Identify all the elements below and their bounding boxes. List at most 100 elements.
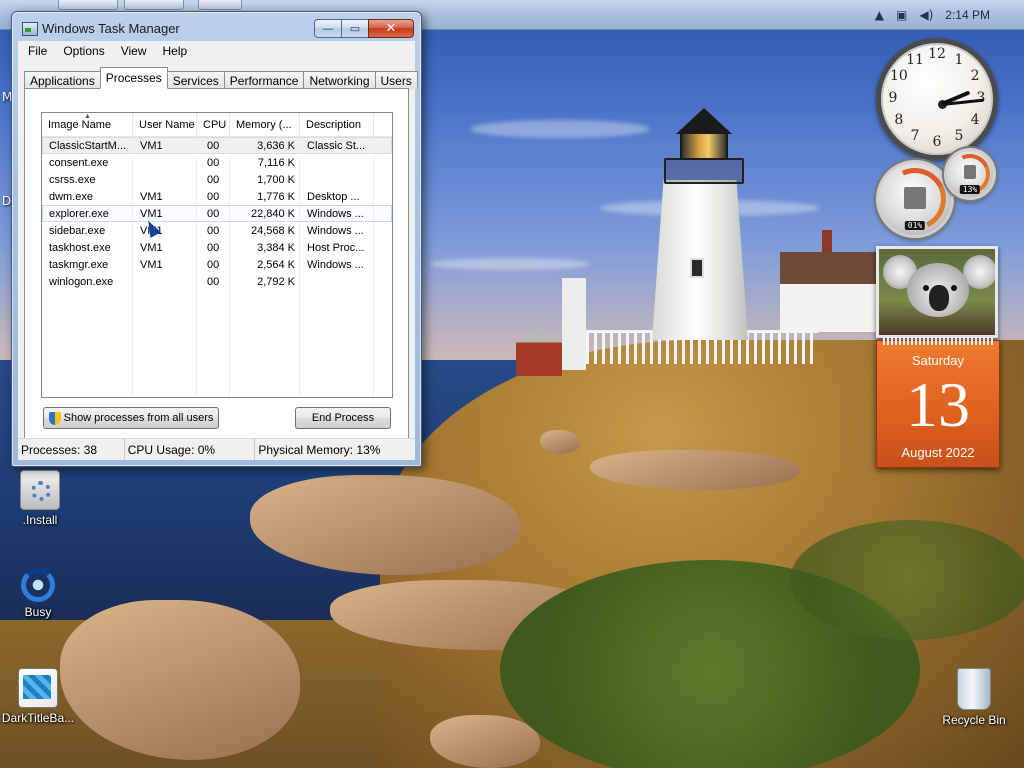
- taskbar-button[interactable]: [198, 0, 242, 10]
- process-rows: ClassicStartM... VM1 00 3,636 K Classic St..…: [42, 137, 392, 290]
- lighthouse-gallery: [664, 158, 744, 184]
- column-header-cpu[interactable]: CPU: [197, 113, 230, 136]
- calendar-gadget[interactable]: Saturday 13 August 2022: [876, 337, 1000, 468]
- column-header-image-name[interactable]: ▲ Image Name: [42, 113, 133, 136]
- tab-services[interactable]: Services: [166, 71, 225, 89]
- recycle-bin-icon: [957, 668, 991, 710]
- column-header-user-name[interactable]: User Name: [133, 113, 197, 136]
- window-title: Windows Task Manager: [42, 21, 180, 36]
- status-bar: Processes: 38 CPU Usage: 0% Physical Mem…: [18, 438, 415, 460]
- clock-numeral: 2: [970, 68, 980, 84]
- cpu-meter-gadget[interactable]: 01%: [875, 159, 955, 239]
- minimize-icon: —: [322, 22, 334, 35]
- table-row[interactable]: explorer.exe VM1 00 22,840 K Windows ...: [42, 205, 392, 222]
- close-button[interactable]: ✕: [368, 19, 414, 38]
- cell-image-name: csrss.exe: [49, 173, 96, 186]
- recycle-bin-desktop-icon[interactable]: Recycle Bin: [934, 668, 1014, 727]
- column-separator: [132, 137, 133, 397]
- task-manager-icon: [22, 22, 38, 36]
- column-separator: [299, 137, 300, 397]
- lighthouse-window: [690, 258, 704, 278]
- menu-view[interactable]: View: [113, 44, 155, 58]
- lighthouse-roof: [676, 108, 732, 134]
- desktop-icon-label: Recycle Bin: [942, 713, 1006, 727]
- clock-numeral: 6: [932, 134, 942, 150]
- cell-cpu: 00: [207, 139, 220, 152]
- tab-users[interactable]: Users: [374, 71, 418, 89]
- white-shed: [562, 278, 586, 370]
- table-row[interactable]: taskhost.exe VM1 00 3,384 K Host Proc...: [42, 239, 392, 256]
- busy-desktop-icon[interactable]: Busy: [0, 568, 78, 619]
- show-hidden-icons-icon[interactable]: ▲: [875, 8, 884, 22]
- cell-image-name: sidebar.exe: [49, 224, 106, 237]
- cell-cpu: 00: [207, 258, 220, 271]
- close-icon: ✕: [385, 21, 397, 36]
- table-row[interactable]: winlogon.exe 00 2,792 K: [42, 273, 392, 290]
- column-separator: [229, 137, 230, 397]
- cell-memory: 2,792 K: [257, 275, 295, 288]
- show-all-processes-label: Show processes from all users: [63, 412, 214, 424]
- menu-help[interactable]: Help: [155, 44, 196, 58]
- cell-cpu: 00: [207, 275, 220, 288]
- cell-memory: 2,564 K: [257, 258, 295, 271]
- minimize-button[interactable]: —: [314, 19, 342, 38]
- taskbar-clock[interactable]: 2:14 PM: [945, 8, 990, 22]
- show-all-processes-button[interactable]: Show processes from all users: [43, 407, 219, 429]
- menu-file[interactable]: File: [20, 44, 55, 58]
- tab-networking[interactable]: Networking: [303, 71, 376, 89]
- clock-gadget[interactable]: 121234567891011: [876, 38, 998, 160]
- tab-performance[interactable]: Performance: [223, 71, 305, 89]
- cell-memory: 3,384 K: [257, 241, 295, 254]
- memory-chip-icon: [964, 165, 976, 179]
- title-bar[interactable]: Windows Task Manager — ▭ ✕: [12, 12, 421, 42]
- network-icon[interactable]: ▣: [896, 8, 907, 22]
- volume-icon[interactable]: ◀): [919, 8, 933, 22]
- cell-description: Windows ...: [307, 224, 364, 237]
- process-list[interactable]: ▲ Image Name User Name CPU Memory (... D…: [41, 112, 393, 398]
- memory-meter-gadget[interactable]: 13%: [944, 148, 996, 200]
- menu-options[interactable]: Options: [55, 44, 112, 58]
- clock-numeral: 12: [928, 46, 946, 62]
- tab-strip: Applications Processes Services Performa…: [24, 67, 418, 89]
- cell-user-name: VM1: [140, 190, 163, 203]
- column-header-description[interactable]: Description: [300, 113, 374, 136]
- cloud: [430, 258, 590, 270]
- lighthouse-lamp: [680, 130, 728, 160]
- table-row[interactable]: ClassicStartM... VM1 00 3,636 K Classic St..…: [42, 137, 392, 154]
- process-list-header: ▲ Image Name User Name CPU Memory (... D…: [42, 113, 392, 137]
- calendar-rings: [883, 337, 993, 345]
- darktitlebar-desktop-icon[interactable]: DarkTitleBa...: [0, 668, 78, 725]
- system-tray: ▲ ▣ ◀) 2:14 PM: [875, 4, 990, 26]
- table-row[interactable]: consent.exe 00 7,116 K: [42, 154, 392, 171]
- table-row[interactable]: dwm.exe VM1 00 1,776 K Desktop ...: [42, 188, 392, 205]
- rock: [540, 430, 580, 454]
- slideshow-gadget[interactable]: [876, 246, 998, 338]
- tab-processes[interactable]: Processes: [99, 67, 168, 89]
- cell-memory: 1,700 K: [257, 173, 295, 186]
- cell-image-name: winlogon.exe: [49, 275, 114, 288]
- tab-applications[interactable]: Applications: [24, 71, 101, 89]
- taskbar-button[interactable]: [58, 0, 118, 10]
- cell-user-name: VM1: [140, 241, 163, 254]
- processes-panel: ▲ Image Name User Name CPU Memory (... D…: [24, 88, 409, 446]
- cell-image-name: ClassicStartM...: [49, 139, 127, 152]
- column-header-memory[interactable]: Memory (...: [230, 113, 300, 136]
- red-shed: [516, 328, 562, 376]
- clock-numeral: 11: [906, 51, 924, 68]
- cell-image-name: explorer.exe: [49, 207, 109, 220]
- uac-shield-icon: [48, 411, 61, 425]
- table-row[interactable]: csrss.exe 00 1,700 K: [42, 171, 392, 188]
- clock-numeral: 8: [894, 112, 904, 128]
- cell-cpu: 00: [207, 173, 220, 186]
- cell-memory: 1,776 K: [257, 190, 295, 203]
- table-row[interactable]: taskmgr.exe VM1 00 2,564 K Windows ...: [42, 256, 392, 273]
- maximize-button[interactable]: ▭: [341, 19, 369, 38]
- clock-numeral: 10: [889, 68, 908, 84]
- cell-user-name: VM1: [140, 139, 163, 152]
- table-row[interactable]: sidebar.exe VM1 00 24,568 K Windows ...: [42, 222, 392, 239]
- taskbar-button[interactable]: [124, 0, 184, 10]
- install-desktop-icon[interactable]: .Install: [0, 470, 80, 527]
- status-cpu-usage: CPU Usage: 0%: [125, 439, 256, 460]
- end-process-button[interactable]: End Process: [295, 407, 391, 429]
- desktop-icon-label: DarkTitleBa...: [1, 711, 75, 725]
